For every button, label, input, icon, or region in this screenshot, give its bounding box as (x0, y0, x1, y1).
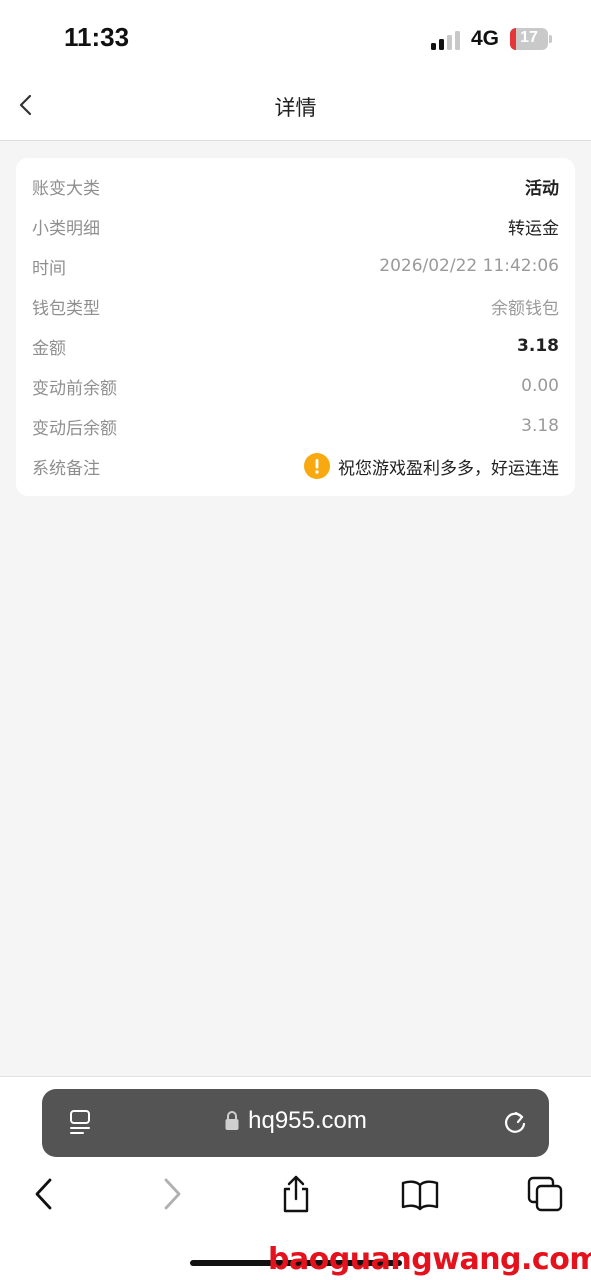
nav-bar: 详情 (0, 78, 591, 141)
browser-back-button[interactable] (24, 1174, 64, 1214)
detail-value: 转运金 (508, 218, 559, 239)
reload-icon (504, 1111, 526, 1133)
detail-row-balance-after: 变动后余额 3.18 (32, 412, 559, 440)
bookmarks-icon (401, 1180, 439, 1211)
detail-label: 钱包类型 (32, 298, 100, 319)
url-display[interactable]: hq955.com (42, 1107, 549, 1135)
detail-row-system-note: 系统备注 祝您游戏盈利多多，好运连连 (32, 452, 559, 480)
tabs-button[interactable] (525, 1174, 565, 1214)
detail-value: 2026/02/22 11:42:06 (379, 256, 559, 276)
detail-label: 变动前余额 (32, 378, 117, 399)
detail-row-amount: 金额 3.18 (32, 332, 559, 360)
detail-value: 活动 (525, 178, 559, 199)
bookmarks-button[interactable] (400, 1174, 440, 1214)
share-icon (283, 1175, 309, 1213)
detail-label: 小类明细 (32, 218, 100, 239)
detail-row-balance-before: 变动前余额 0.00 (32, 372, 559, 400)
network-type: 4G (471, 27, 500, 50)
status-time: 11:33 (64, 22, 130, 52)
note-content: 祝您游戏盈利多多，好运连连 (304, 453, 559, 479)
battery-percent: 17 (520, 29, 538, 46)
detail-value: 余额钱包 (491, 298, 559, 319)
browser-forward-button[interactable] (151, 1174, 191, 1214)
detail-row-category: 账变大类 活动 (32, 172, 559, 200)
detail-card: 账变大类 活动 小类明细 转运金 时间 2026/02/22 11:42:06 … (16, 158, 575, 496)
detail-label: 变动后余额 (32, 418, 117, 439)
detail-row-wallet-type: 钱包类型 余额钱包 (32, 292, 559, 320)
watermark-text: baoguangwang.com (268, 1242, 591, 1277)
address-bar[interactable]: hq955.com (42, 1089, 549, 1157)
battery-icon: 17 (510, 28, 548, 50)
warning-icon (304, 453, 330, 479)
reload-button[interactable] (501, 1108, 529, 1136)
detail-label: 账变大类 (32, 178, 100, 199)
tabs-icon (527, 1176, 563, 1212)
detail-label: 金额 (32, 338, 66, 359)
status-bar: 11:33 4G 17 (0, 0, 591, 78)
detail-value: 3.18 (517, 336, 559, 356)
url-text: hq955.com (248, 1107, 367, 1134)
detail-label: 时间 (32, 258, 66, 279)
detail-value: 3.18 (521, 416, 559, 436)
detail-row-subcategory: 小类明细 转运金 (32, 212, 559, 240)
share-button[interactable] (276, 1174, 316, 1214)
detail-value: 0.00 (521, 376, 559, 396)
detail-row-time: 时间 2026/02/22 11:42:06 (32, 252, 559, 280)
lock-icon (225, 1111, 239, 1130)
forward-icon (164, 1178, 181, 1210)
battery-nub (549, 35, 552, 43)
page-title: 详情 (274, 96, 317, 120)
detail-label: 系统备注 (32, 458, 100, 479)
detail-value: 祝您游戏盈利多多，好运连连 (338, 458, 559, 479)
signal-icon (431, 30, 463, 50)
back-icon (35, 1178, 52, 1210)
